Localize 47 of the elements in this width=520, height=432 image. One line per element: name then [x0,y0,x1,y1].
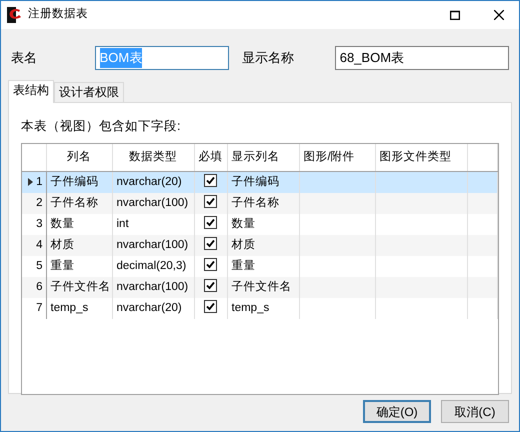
table-cell: nvarchar(100) [112,276,194,298]
table-cell: 子件名称 [227,192,299,214]
row-number: 7 [36,302,42,314]
table-cell: 子件文件名 [46,276,112,298]
table-cell: nvarchar(100) [112,234,194,256]
table-cell: nvarchar(20) [112,172,194,193]
table-cell: temp_s [227,298,299,319]
row-number: 4 [36,238,42,251]
maximize-icon [450,10,460,20]
caption-text: 本表（视图）包含如下字段: [21,118,182,135]
row-header[interactable]: 1 [22,172,46,193]
required-checkbox[interactable] [204,216,217,229]
required-checkbox[interactable] [204,300,217,313]
row-number: 1 [36,176,42,188]
table-cell: 材质 [46,234,112,256]
table-cell: 子件编码 [46,172,112,193]
row-header[interactable]: 7 [22,298,46,319]
app-logo-icon [6,6,24,24]
close-icon [494,10,504,20]
tab[interactable]: 设计者权限 [54,82,124,102]
row-number: 2 [36,196,42,209]
required-checkbox[interactable] [204,278,217,292]
required-checkbox[interactable] [204,194,217,208]
row-header[interactable]: 6 [22,276,46,298]
table-cell: 子件名称 [46,192,112,214]
cancel-button[interactable]: 取消(C) [441,400,509,423]
table-cell: 材质 [227,234,299,256]
required-checkbox[interactable] [204,236,217,250]
table-cell: 子件文件名 [227,276,299,298]
window-title: 注册数据表 [28,6,89,22]
table-cell: temp_s [46,298,112,319]
required-checkbox[interactable] [204,258,217,271]
ok-button[interactable]: 确定(O) [363,400,431,423]
row-number: 3 [36,218,42,230]
field-label: 表名 [11,49,38,68]
field-label: 显示名称 [242,49,296,68]
table-cell: nvarchar(20) [112,298,194,319]
current-row-icon [28,178,34,186]
row-header[interactable]: 2 [22,192,46,214]
row-number: 6 [36,280,42,293]
row-number: 5 [36,260,42,272]
display-name-field[interactable]: 68_BOM表 [334,46,510,70]
tab[interactable]: 表结构 [8,80,54,103]
table-cell: 子件编码 [227,172,299,193]
row-header[interactable]: 4 [22,234,46,256]
table-cell: nvarchar(100) [112,192,194,214]
required-checkbox[interactable] [204,174,217,187]
